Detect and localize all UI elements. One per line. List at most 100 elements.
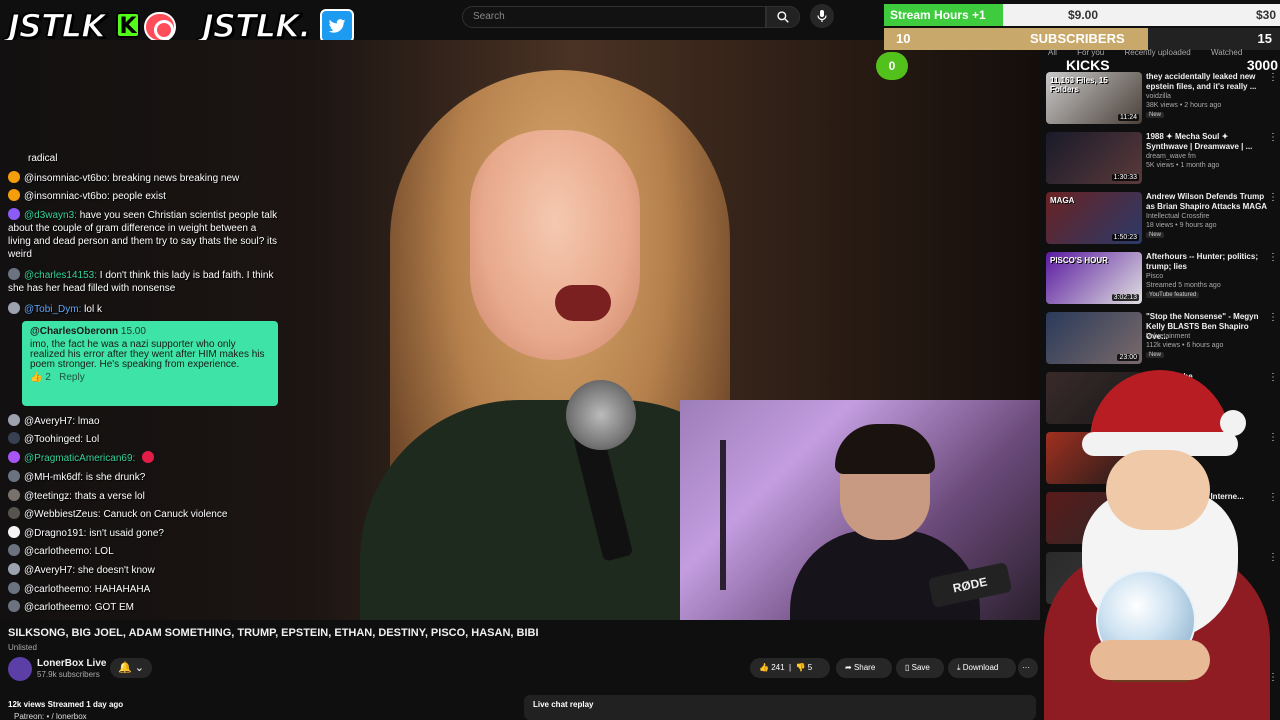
patreon-link[interactable]: / lonerbox <box>52 712 87 720</box>
dislike-count: 5 <box>807 663 813 672</box>
chat-message: @MH-mk6df: is she drunk? <box>8 470 145 484</box>
recommended-video-title[interactable]: they accidentally leaked new epstein fil… <box>1146 72 1270 92</box>
chip-recently-uploaded[interactable]: Recently uploaded <box>1124 48 1190 57</box>
channel-subscriber-count: 57.9k subscribers <box>37 670 100 679</box>
chat-message: @teetingz: thats a verse lol <box>8 489 145 503</box>
chevron-down-icon: ⌄ <box>134 662 144 674</box>
share-button[interactable]: ➦ Share <box>836 658 892 678</box>
recommended-video[interactable]: 23:00 "Stop the Nonsense" - Megyn Kelly B… <box>1046 312 1278 368</box>
share-icon: ➦ <box>845 663 852 672</box>
unlisted-badge: Unlisted <box>8 643 37 652</box>
more-actions-button[interactable]: ··· <box>1018 658 1038 678</box>
thumbs-up-icon: 👍 <box>759 663 769 672</box>
filter-chips: All For you Recently uploaded Watched <box>1048 48 1260 57</box>
recommended-video[interactable]: 11,163 Files, 15 Folders 11:24 they accide… <box>1046 72 1278 128</box>
notification-bell-button[interactable]: 🔔 ⌄ <box>110 658 152 678</box>
recommended-badge: New <box>1146 352 1165 358</box>
handheld-mic-shape <box>566 380 636 450</box>
chat-username: @Tobi_Dym: <box>24 304 82 315</box>
super-chat-reply-button[interactable]: Reply <box>59 372 85 383</box>
jstlk-logo-left: JSTLK <box>7 7 106 45</box>
recommended-video-title[interactable]: 1988 ✦ Mecha Soul ✦ Synthwave | Dreamwav… <box>1146 132 1270 152</box>
santa-sticker-overlay <box>1030 370 1280 720</box>
streamer-webcam: RØDE <box>680 400 1040 620</box>
download-button[interactable]: ⤓ Download <box>948 658 1016 678</box>
kebab-menu-icon[interactable]: ⋮ <box>1268 252 1278 263</box>
recommended-channel-name: Valuetainment <box>1146 333 1191 340</box>
voice-search-button[interactable] <box>810 4 834 28</box>
jstlk-logo-right: JSTLK. <box>201 7 312 45</box>
recommended-video-title[interactable]: Andrew Wilson Defends Trump as Brian Sha… <box>1146 192 1270 212</box>
kicks-current: 0 <box>876 52 908 80</box>
search-button[interactable] <box>766 6 800 28</box>
chat-username: @carlotheemo: <box>24 546 92 557</box>
chat-message-text: HAHAHAHA <box>94 584 151 595</box>
microphone-icon <box>817 10 827 22</box>
stream-hours-goal: Stream Hours +1 $9.00 $30 <box>884 4 1280 26</box>
user-avatar <box>8 600 20 612</box>
save-button[interactable]: ▯ Save <box>896 658 944 678</box>
user-avatar <box>8 470 20 482</box>
kebab-menu-icon[interactable]: ⋮ <box>1268 192 1278 203</box>
chat-message-text: thats a verse lol <box>74 491 145 502</box>
like-dislike-button[interactable]: 👍 241 | 👎 5 <box>750 658 830 678</box>
save-label: Save <box>911 663 930 672</box>
recommended-video[interactable]: MAGA 1:50:23 Andrew Wilson Defends Trump a… <box>1046 192 1278 248</box>
chip-all[interactable]: All <box>1048 48 1057 57</box>
recommended-video-meta: 5K views • 1 month ago <box>1146 162 1220 169</box>
video-thumbnail[interactable]: PISCO'S HOUR 3:02:13 <box>1046 252 1142 304</box>
channel-name[interactable]: LonerBox Live <box>37 658 106 669</box>
chip-for-you[interactable]: For you <box>1077 48 1104 57</box>
kebab-menu-icon[interactable]: ⋮ <box>1268 312 1278 323</box>
recommended-video[interactable]: PISCO'S HOUR 3:02:13 Afterhours -- Hunter;… <box>1046 252 1278 308</box>
chat-message-text: LOL <box>94 546 114 557</box>
channel-avatar[interactable] <box>8 657 32 681</box>
recommended-badge: New <box>1146 112 1165 118</box>
video-thumbnail[interactable]: MAGA 1:50:23 <box>1046 192 1142 244</box>
chat-username: @insomniac-vt6bo: <box>24 173 110 184</box>
kebab-menu-icon[interactable]: ⋮ <box>1268 132 1278 143</box>
live-chat-replay-panel[interactable]: Live chat replay <box>524 695 1036 720</box>
chat-username: @WebbiestZeus: <box>24 509 101 520</box>
download-label: Download <box>962 663 999 672</box>
search-input[interactable]: Search <box>462 6 766 28</box>
chat-message: @Toohinged: Lol <box>8 432 99 446</box>
chat-username: @carlotheemo: <box>24 602 92 613</box>
video-duration: 3:02:13 <box>1111 294 1139 301</box>
recommended-channel-name: dream_wave fm <box>1146 153 1196 160</box>
recommended-video-title[interactable]: Afterhours -- Hunter; politics; trump; l… <box>1146 252 1270 272</box>
chat-username: @teetingz: <box>24 491 72 502</box>
recommended-video-meta: 38K views • 2 hours ago <box>1146 102 1222 109</box>
recommended-video[interactable]: 1:30:33 1988 ✦ Mecha Soul ✦ Synthwave | D… <box>1046 132 1278 188</box>
video-thumbnail[interactable]: 11,163 Files, 15 Folders 11:24 <box>1046 72 1142 124</box>
chip-watched[interactable]: Watched <box>1211 48 1242 57</box>
chat-message-text: she doesn't know <box>77 565 155 576</box>
chat-message: @Dragno191: isn't usaid gone? <box>8 526 164 540</box>
user-avatar <box>8 302 20 314</box>
chat-message-text: lmao <box>77 416 100 427</box>
recommended-channel-name: voidzilla <box>1146 93 1171 100</box>
super-chat-highlight[interactable]: @CharlesOberonn 15.00 imo, the fact he w… <box>22 321 278 406</box>
super-chat-actions: 👍 2 Reply <box>30 372 270 383</box>
bookmark-icon: ▯ <box>905 663 910 672</box>
kebab-menu-icon[interactable]: ⋮ <box>1268 72 1278 83</box>
user-avatar <box>8 582 20 594</box>
super-chat-message: imo, the fact he was a nazi supporter wh… <box>30 339 265 370</box>
recommended-video-meta: Streamed 5 months ago <box>1146 282 1221 289</box>
super-chat-username: @CharlesOberonn <box>30 326 119 337</box>
chat-username: @PragmaticAmerican69: <box>24 453 136 464</box>
download-icon: ⤓ <box>957 663 961 672</box>
video-thumbnail[interactable]: 1:30:33 <box>1046 132 1142 184</box>
chat-message-text: Lol <box>85 434 100 445</box>
record-icon <box>144 12 176 42</box>
thumbs-up-icon[interactable]: 👍 <box>30 372 42 383</box>
video-thumbnail[interactable]: 23:00 <box>1046 312 1142 364</box>
chat-message: @Tobi_Dym: lol k <box>8 302 102 316</box>
chat-message-text: people exist <box>112 191 166 202</box>
super-chat-like-count: 2 <box>45 372 51 383</box>
stream-hours-label: Stream Hours +1 <box>890 8 986 22</box>
recommended-video-meta: 112k views • 6 hours ago <box>1146 342 1224 349</box>
emote-icon <box>142 451 155 463</box>
streamer-hair-shape <box>835 424 935 474</box>
thumbnail-text: MAGA <box>1050 196 1075 205</box>
